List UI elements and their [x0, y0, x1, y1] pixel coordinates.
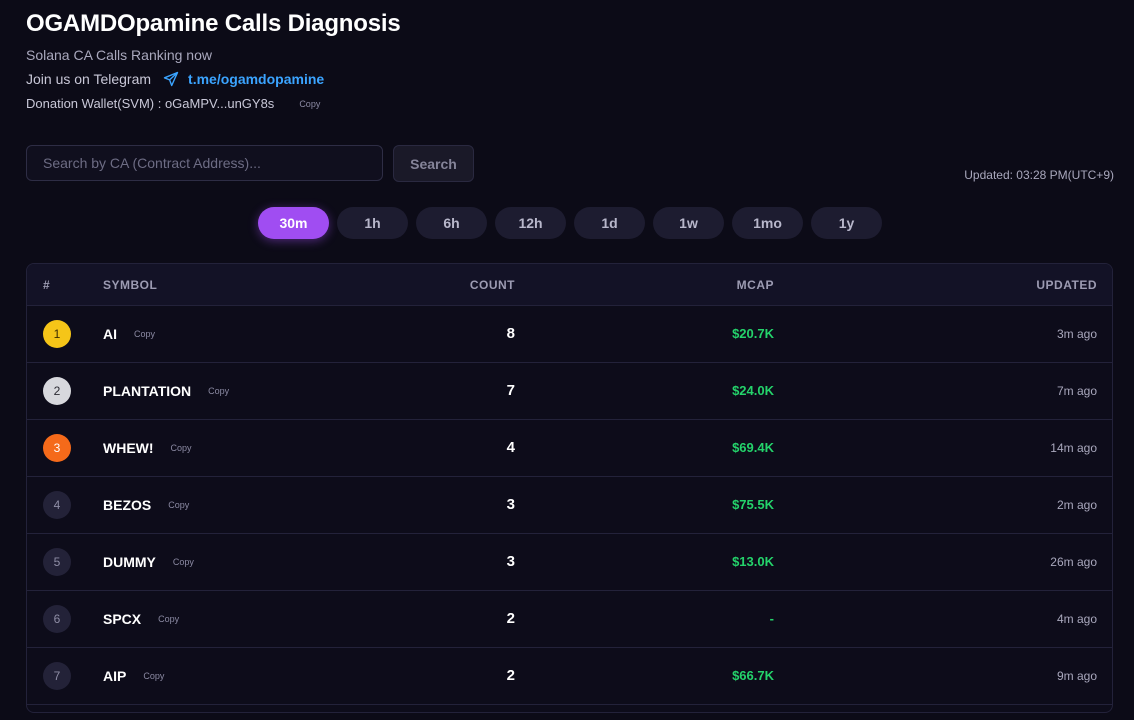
tab-30m[interactable]: 30m	[258, 207, 329, 239]
header-updated: UPDATED	[1036, 278, 1097, 292]
tab-1w[interactable]: 1w	[653, 207, 724, 239]
copy-ca-button[interactable]: Copy	[208, 386, 229, 396]
donation-wallet-text: Donation Wallet(SVM) : oGaMPV...unGY8s	[26, 96, 275, 111]
symbol-cell: DUMMY Copy	[103, 554, 194, 570]
token-symbol: BEZOS	[103, 497, 152, 513]
copy-ca-button[interactable]: Copy	[143, 671, 164, 681]
call-count: 2	[506, 667, 515, 684]
updated-time: 9m ago	[1056, 669, 1097, 683]
table-row[interactable]: 6 SPCX Copy 2 - 4m ago	[27, 591, 1112, 648]
token-symbol: SPCX	[103, 611, 142, 627]
market-cap: $69.4K	[732, 440, 774, 455]
page-title: OGAMDOpamine Calls Diagnosis	[26, 10, 401, 37]
telegram-link[interactable]: t.me/ogamdopamine	[188, 71, 324, 87]
tab-6h[interactable]: 6h	[416, 207, 487, 239]
tab-1y[interactable]: 1y	[811, 207, 882, 239]
ranking-table: # SYMBOL COUNT MCAP UPDATED 1 AI Copy 8 …	[26, 263, 1113, 713]
tab-1mo[interactable]: 1mo	[732, 207, 803, 239]
market-cap: $24.0K	[732, 383, 774, 398]
table-row[interactable]: 2 PLANTATION Copy 7 $24.0K 7m ago	[27, 363, 1112, 420]
rank-badge: 6	[43, 605, 71, 633]
page-subtitle: Solana CA Calls Ranking now	[26, 47, 212, 63]
call-count: 4	[506, 439, 515, 456]
tab-12h[interactable]: 12h	[495, 207, 566, 239]
copy-ca-button[interactable]: Copy	[134, 329, 155, 339]
copy-ca-button[interactable]: Copy	[173, 557, 194, 567]
header-count: COUNT	[469, 278, 515, 292]
table-row[interactable]: 7 AIP Copy 2 $66.7K 9m ago	[27, 648, 1112, 705]
token-symbol: DUMMY	[103, 554, 156, 570]
donation-wallet-row: Donation Wallet(SVM) : oGaMPV...unGY8s C…	[26, 96, 320, 111]
updated-time: 4m ago	[1056, 612, 1097, 626]
timeframe-tabs: 30m 1h 6h 12h 1d 1w 1mo 1y	[258, 207, 882, 239]
symbol-cell: AIP Copy	[103, 668, 164, 684]
updated-time: 2m ago	[1056, 498, 1097, 512]
telegram-icon	[163, 71, 179, 87]
rank-badge: 3	[43, 434, 71, 462]
table-row[interactable]: 5 DUMMY Copy 3 $13.0K 26m ago	[27, 534, 1112, 591]
call-count: 3	[506, 496, 515, 513]
market-cap: $66.7K	[732, 668, 774, 683]
symbol-cell: AI Copy	[103, 326, 155, 342]
telegram-row: Join us on Telegram t.me/ogamdopamine	[26, 71, 324, 87]
symbol-cell: PLANTATION Copy	[103, 383, 229, 399]
table-row[interactable]: 4 BEZOS Copy 3 $75.5K 2m ago	[27, 477, 1112, 534]
token-symbol: PLANTATION	[103, 383, 192, 399]
call-count: 2	[506, 610, 515, 627]
token-symbol: WHEW!	[103, 440, 154, 456]
rank-badge: 2	[43, 377, 71, 405]
tab-1d[interactable]: 1d	[574, 207, 645, 239]
copy-ca-button[interactable]: Copy	[171, 443, 192, 453]
updated-time: 14m ago	[1050, 441, 1097, 455]
copy-ca-button[interactable]: Copy	[168, 500, 189, 510]
market-cap: $20.7K	[732, 326, 774, 341]
market-cap: $13.0K	[732, 554, 774, 569]
symbol-cell: BEZOS Copy	[103, 497, 189, 513]
table-row[interactable]: 3 WHEW! Copy 4 $69.4K 14m ago	[27, 420, 1112, 477]
rank-badge: 7	[43, 662, 71, 690]
call-count: 3	[506, 553, 515, 570]
updated-time: 26m ago	[1050, 555, 1097, 569]
header-mcap: MCAP	[736, 278, 774, 292]
tab-1h[interactable]: 1h	[337, 207, 408, 239]
market-cap: $75.5K	[732, 497, 774, 512]
market-cap: -	[769, 611, 774, 626]
symbol-cell: SPCX Copy	[103, 611, 179, 627]
header-rank: #	[43, 278, 51, 292]
rank-badge: 4	[43, 491, 71, 519]
table-row[interactable]: 1 AI Copy 8 $20.7K 3m ago	[27, 306, 1112, 363]
symbol-cell: WHEW! Copy	[103, 440, 192, 456]
updated-time: 7m ago	[1056, 384, 1097, 398]
updated-time: 3m ago	[1056, 327, 1097, 341]
rank-badge: 5	[43, 548, 71, 576]
copy-wallet-button[interactable]: Copy	[299, 99, 320, 109]
token-symbol: AIP	[103, 668, 127, 684]
rank-badge: 1	[43, 320, 71, 348]
token-symbol: AI	[103, 326, 117, 342]
search-input[interactable]	[26, 145, 383, 181]
call-count: 7	[506, 382, 515, 399]
updated-timestamp: Updated: 03:28 PM(UTC+9)	[964, 168, 1114, 182]
header-symbol: SYMBOL	[103, 278, 158, 292]
search-button[interactable]: Search	[393, 145, 474, 182]
copy-ca-button[interactable]: Copy	[158, 614, 179, 624]
table-header: # SYMBOL COUNT MCAP UPDATED	[27, 264, 1112, 306]
telegram-label: Join us on Telegram	[26, 71, 152, 87]
call-count: 8	[506, 325, 515, 342]
